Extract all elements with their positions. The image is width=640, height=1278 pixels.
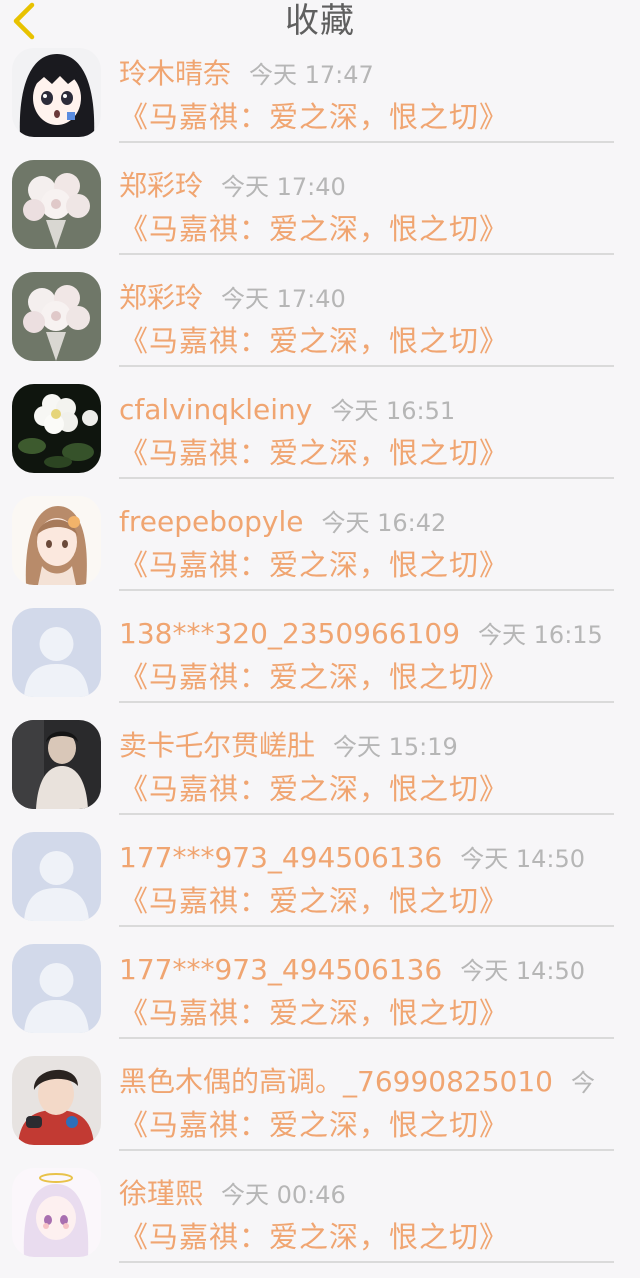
name-line: freepebopyle 今天 16:42 (119, 504, 446, 544)
name-line: cfalvinqkleiny 今天 16:51 (119, 392, 455, 432)
timestamp: 今天 15:19 (333, 733, 458, 761)
timestamp: 今天 16:51 (330, 397, 456, 425)
favorite-title[interactable]: 《马嘉祺：爱之深，恨之切》 (119, 434, 509, 472)
white-flower-avatar[interactable] (12, 384, 101, 473)
divider (119, 1261, 614, 1263)
favorite-title[interactable]: 《马嘉祺：爱之深，恨之切》 (119, 770, 509, 808)
user-name[interactable]: 卖卡乇尔贯嵯肚 (119, 729, 315, 762)
timestamp: 今天 17:40 (221, 173, 346, 201)
divider (119, 1149, 614, 1151)
header: 收藏 (0, 0, 640, 44)
name-line: 郑彩玲 今天 17:40 (119, 168, 346, 208)
name-line: 徐瑾熙 今天 00:46 (119, 1176, 346, 1216)
divider (119, 253, 614, 255)
list-item[interactable]: freepebopyle 今天 16:42 《马嘉祺：爱之深，恨之切》 (0, 494, 640, 606)
timestamp: 今 (570, 1069, 595, 1097)
favorites-list: 玲木晴奈 今天 17:47 《马嘉祺：爱之深，恨之切》 郑彩玲 今天 17:40 《马嘉祺… (0, 46, 640, 1278)
timestamp: 今天 14:50 (460, 957, 586, 985)
name-line: 郑彩玲 今天 17:40 (119, 280, 346, 320)
divider (119, 813, 614, 815)
user-name[interactable]: 徐瑾熙 (119, 1177, 203, 1210)
name-line: 黑色木偶的高调。_76990825010 今 (119, 1064, 595, 1104)
anime-girl-avatar[interactable] (12, 48, 101, 137)
page-title: 收藏 (285, 1, 355, 41)
favorite-title[interactable]: 《马嘉祺：爱之深，恨之切》 (119, 210, 509, 248)
timestamp: 今天 16:42 (321, 509, 447, 537)
name-line: 玲木晴奈 今天 17:47 (119, 56, 374, 96)
default-user-avatar[interactable] (12, 944, 101, 1033)
illustrated-girl-avatar[interactable] (12, 496, 101, 585)
list-item[interactable]: 卖卡乇尔贯嵯肚 今天 15:19 《马嘉祺：爱之深，恨之切》 (0, 718, 640, 830)
favorite-title[interactable]: 《马嘉祺：爱之深，恨之切》 (119, 658, 509, 696)
list-item[interactable]: 黑色木偶的高调。_76990825010 今《马嘉祺：爱之深，恨之切》 (0, 1054, 640, 1166)
list-item[interactable]: 138***320_2350966109 今天 16:15 《马嘉祺：爱之深，恨之切… (0, 606, 640, 718)
timestamp: 今天 16:15 (478, 621, 603, 649)
flower-bouquet-avatar[interactable] (12, 160, 101, 249)
user-name[interactable]: 177***973_494506136 (119, 953, 442, 986)
divider (119, 701, 614, 703)
favorite-title[interactable]: 《马嘉祺：爱之深，恨之切》 (119, 322, 509, 360)
user-name[interactable]: 玲木晴奈 (119, 57, 231, 90)
photo-boy-avatar[interactable] (12, 720, 101, 809)
divider (119, 589, 614, 591)
favorite-title[interactable]: 《马嘉祺：爱之深，恨之切》 (119, 1218, 509, 1256)
default-user-avatar[interactable] (12, 832, 101, 921)
user-name[interactable]: 郑彩玲 (119, 281, 203, 314)
list-item[interactable]: 177***973_494506136 今天 14:50 《马嘉祺：爱之深，恨之切》 (0, 942, 640, 1054)
name-line: 卖卡乇尔贯嵯肚 今天 15:19 (119, 728, 458, 768)
name-line: 138***320_2350966109 今天 16:15 (119, 616, 603, 656)
divider (119, 925, 614, 927)
favorite-title[interactable]: 《马嘉祺：爱之深，恨之切》 (119, 994, 509, 1032)
user-name[interactable]: 黑色木偶的高调。_76990825010 (119, 1065, 553, 1098)
divider (119, 365, 614, 367)
list-item[interactable]: 郑彩玲 今天 17:40 《马嘉祺：爱之深，恨之切》 (0, 158, 640, 270)
name-line: 177***973_494506136 今天 14:50 (119, 952, 585, 992)
favorite-title[interactable]: 《马嘉祺：爱之深，恨之切》 (119, 546, 509, 584)
default-user-avatar[interactable] (12, 608, 101, 697)
divider (119, 1037, 614, 1039)
name-line: 177***973_494506136 今天 14:50 (119, 840, 585, 880)
list-item[interactable]: 177***973_494506136 今天 14:50 《马嘉祺：爱之深，恨之切》 (0, 830, 640, 942)
list-item[interactable]: 郑彩玲 今天 17:40 《马嘉祺：爱之深，恨之切》 (0, 270, 640, 382)
cartoon-boy-avatar[interactable] (12, 1056, 101, 1145)
favorite-title[interactable]: 《马嘉祺：爱之深，恨之切》 (119, 1106, 509, 1144)
list-item[interactable]: 玲木晴奈 今天 17:47 《马嘉祺：爱之深，恨之切》 (0, 46, 640, 158)
divider (119, 477, 614, 479)
angel-girl-avatar[interactable] (12, 1168, 101, 1257)
timestamp: 今天 17:47 (249, 61, 374, 89)
timestamp: 今天 14:50 (460, 845, 586, 873)
flower-bouquet-avatar[interactable] (12, 272, 101, 361)
user-name[interactable]: 138***320_2350966109 (119, 617, 460, 650)
list-item[interactable]: cfalvinqkleiny 今天 16:51 《马嘉祺：爱之深，恨之切》 (0, 382, 640, 494)
list-item[interactable]: 徐瑾熙 今天 00:46 《马嘉祺：爱之深，恨之切》 (0, 1166, 640, 1278)
favorite-title[interactable]: 《马嘉祺：爱之深，恨之切》 (119, 882, 509, 920)
user-name[interactable]: 177***973_494506136 (119, 841, 442, 874)
timestamp: 今天 17:40 (221, 285, 346, 313)
user-name[interactable]: 郑彩玲 (119, 169, 203, 202)
user-name[interactable]: cfalvinqkleiny (119, 393, 312, 426)
user-name[interactable]: freepebopyle (119, 505, 303, 538)
timestamp: 今天 00:46 (221, 1181, 346, 1209)
favorite-title[interactable]: 《马嘉祺：爱之深，恨之切》 (119, 98, 509, 136)
divider (119, 141, 614, 143)
